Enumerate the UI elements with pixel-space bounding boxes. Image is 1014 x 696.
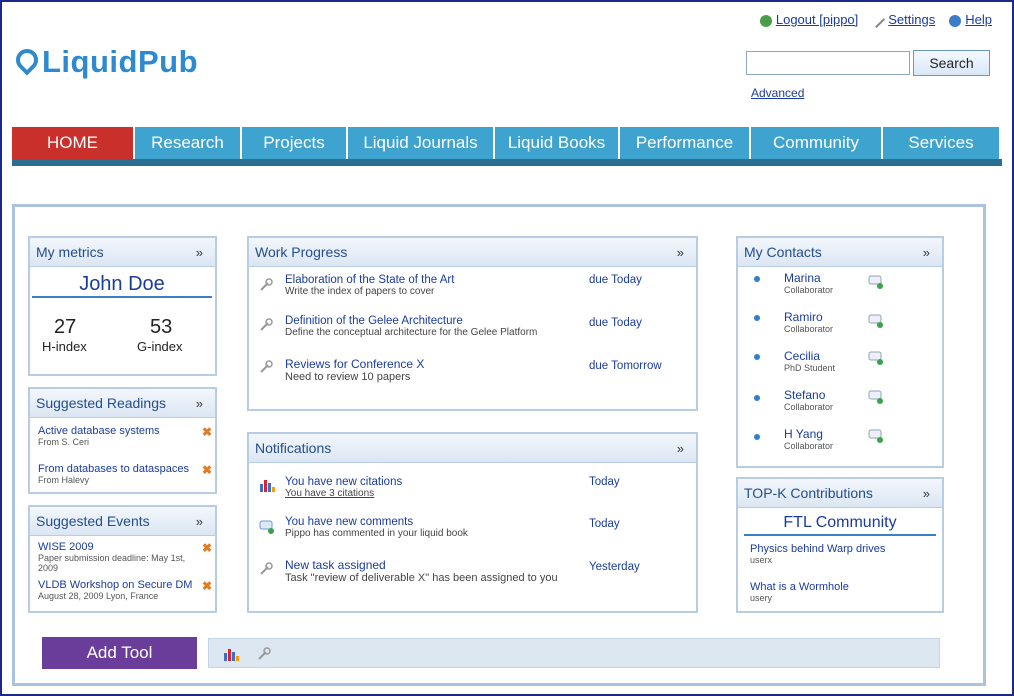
expand-arrow-icon[interactable]: » — [923, 486, 930, 501]
task-item[interactable]: Elaboration of the State of the Art Write… — [285, 274, 454, 297]
widget-header[interactable]: Notifications» — [249, 434, 696, 463]
user-name: John Doe — [32, 273, 212, 298]
task-item[interactable]: Reviews for Conference X Need to review 1… — [285, 357, 424, 383]
notification-item[interactable]: New task assigned Task "review of deliver… — [285, 558, 558, 584]
remove-icon[interactable]: ✖ — [202, 579, 212, 593]
add-tool-button[interactable]: Add Tool — [42, 637, 197, 669]
search-input[interactable] — [746, 51, 910, 75]
wrench-icon — [259, 318, 273, 332]
nav-liquid-journals[interactable]: Liquid Journals — [348, 127, 495, 159]
expand-arrow-icon[interactable]: » — [677, 441, 684, 456]
contact-item[interactable]: H Yang Collaborator — [784, 427, 833, 451]
expand-arrow-icon[interactable]: » — [196, 245, 203, 260]
expand-arrow-icon[interactable]: » — [677, 245, 684, 260]
nav-performance[interactable]: Performance — [620, 127, 751, 159]
notification-item[interactable]: You have new comments Pippo has commented… — [285, 516, 468, 539]
contact-item[interactable]: Cecilia PhD Student — [784, 349, 835, 373]
notifications-widget: Notifications» You have new citations You… — [247, 432, 698, 613]
task-due: due Tomorrow — [589, 360, 662, 372]
wrench-icon — [259, 360, 273, 374]
list-item[interactable]: From databases to dataspaces From Halevy — [38, 463, 189, 485]
top-links: Logout [pippo] Settings Help — [759, 12, 992, 28]
h-index-label: H-index — [42, 339, 87, 354]
widget-header[interactable]: Suggested Events» — [30, 507, 215, 536]
work-progress-widget: Work Progress» Elaboration of the State … — [247, 236, 698, 411]
task-item[interactable]: Definition of the Gelee Architecture Defi… — [285, 315, 537, 338]
message-icon[interactable] — [868, 429, 884, 448]
contact-item[interactable]: Stefano Collaborator — [784, 388, 833, 412]
wrench-icon — [259, 278, 273, 292]
bullet-icon — [754, 434, 760, 440]
pin-icon — [11, 44, 43, 76]
nav-underline — [12, 159, 1002, 166]
g-index-label: G-index — [137, 339, 183, 354]
search-button[interactable]: Search — [913, 50, 990, 76]
user-icon — [759, 14, 772, 27]
notification-time: Today — [589, 518, 620, 530]
expand-arrow-icon[interactable]: » — [196, 514, 203, 529]
comment-icon — [259, 520, 275, 539]
wrench-icon[interactable] — [257, 647, 271, 666]
widget-header[interactable]: TOP-K Contributions» — [738, 479, 942, 508]
readings-widget: Suggested Readings» Active database syst… — [28, 387, 217, 494]
remove-icon[interactable]: ✖ — [202, 463, 212, 477]
expand-arrow-icon[interactable]: » — [923, 245, 930, 260]
list-item[interactable]: Physics behind Warp drives userx — [750, 543, 885, 565]
contact-item[interactable]: Marina Collaborator — [784, 271, 833, 295]
contact-item[interactable]: Ramiro Collaborator — [784, 310, 833, 334]
bullet-icon — [754, 315, 760, 321]
list-item[interactable]: What is a Wormhole usery — [750, 581, 849, 603]
notification-time: Today — [589, 476, 620, 488]
metrics-widget: My metrics» John Doe 27 H-index 53 G-ind… — [28, 236, 217, 376]
logout-link[interactable]: Logout [pippo] — [759, 12, 858, 27]
nav-home[interactable]: HOME — [12, 127, 135, 159]
task-due: due Today — [589, 274, 642, 286]
nav-services[interactable]: Services — [883, 127, 999, 159]
message-icon[interactable] — [868, 351, 884, 370]
bullet-icon — [754, 276, 760, 282]
remove-icon[interactable]: ✖ — [202, 425, 212, 439]
message-icon[interactable] — [868, 314, 884, 333]
nav-research[interactable]: Research — [135, 127, 242, 159]
widget-header[interactable]: My Contacts» — [738, 238, 942, 267]
message-icon[interactable] — [868, 275, 884, 294]
task-due: due Today — [589, 317, 642, 329]
events-widget: Suggested Events» WISE 2009 Paper submiss… — [28, 505, 217, 613]
h-index-value: 27 — [54, 316, 77, 338]
wrench-icon — [259, 562, 273, 576]
list-item[interactable]: VLDB Workshop on Secure DM August 28, 200… — [38, 579, 192, 601]
contacts-widget: My Contacts» Marina Collaborator Ramiro Co… — [736, 236, 944, 468]
notification-item[interactable]: You have new citations You have 3 citatio… — [285, 476, 402, 499]
settings-link[interactable]: Settings — [871, 12, 935, 28]
chart-icon — [259, 478, 275, 497]
expand-arrow-icon[interactable]: » — [196, 396, 203, 411]
list-item[interactable]: WISE 2009 Paper submission deadline: May … — [38, 541, 203, 573]
topk-widget: TOP-K Contributions» FTL Community Physi… — [736, 477, 944, 613]
remove-icon[interactable]: ✖ — [202, 541, 212, 555]
nav-projects[interactable]: Projects — [242, 127, 348, 159]
notification-time: Yesterday — [589, 561, 640, 573]
nav-community[interactable]: Community — [751, 127, 883, 159]
tool-strip — [208, 638, 940, 668]
chart-icon[interactable] — [223, 647, 239, 666]
logo[interactable]: LiquidPub — [11, 44, 198, 80]
bullet-icon — [754, 395, 760, 401]
advanced-search-link[interactable]: Advanced — [751, 86, 804, 100]
main-nav: HOME Research Projects Liquid Journals L… — [12, 127, 999, 159]
message-icon[interactable] — [868, 390, 884, 409]
widget-header[interactable]: Suggested Readings» — [30, 389, 215, 418]
help-icon — [949, 14, 962, 27]
nav-liquid-books[interactable]: Liquid Books — [495, 127, 620, 159]
g-index-value: 53 — [150, 316, 173, 338]
community-name: FTL Community — [744, 514, 936, 536]
widget-header[interactable]: Work Progress» — [249, 238, 696, 267]
bullet-icon — [754, 354, 760, 360]
wrench-icon — [871, 13, 886, 28]
widget-header[interactable]: My metrics» — [30, 238, 215, 267]
help-link[interactable]: Help — [949, 12, 992, 27]
list-item[interactable]: Active database systems From S. Ceri — [38, 425, 160, 447]
